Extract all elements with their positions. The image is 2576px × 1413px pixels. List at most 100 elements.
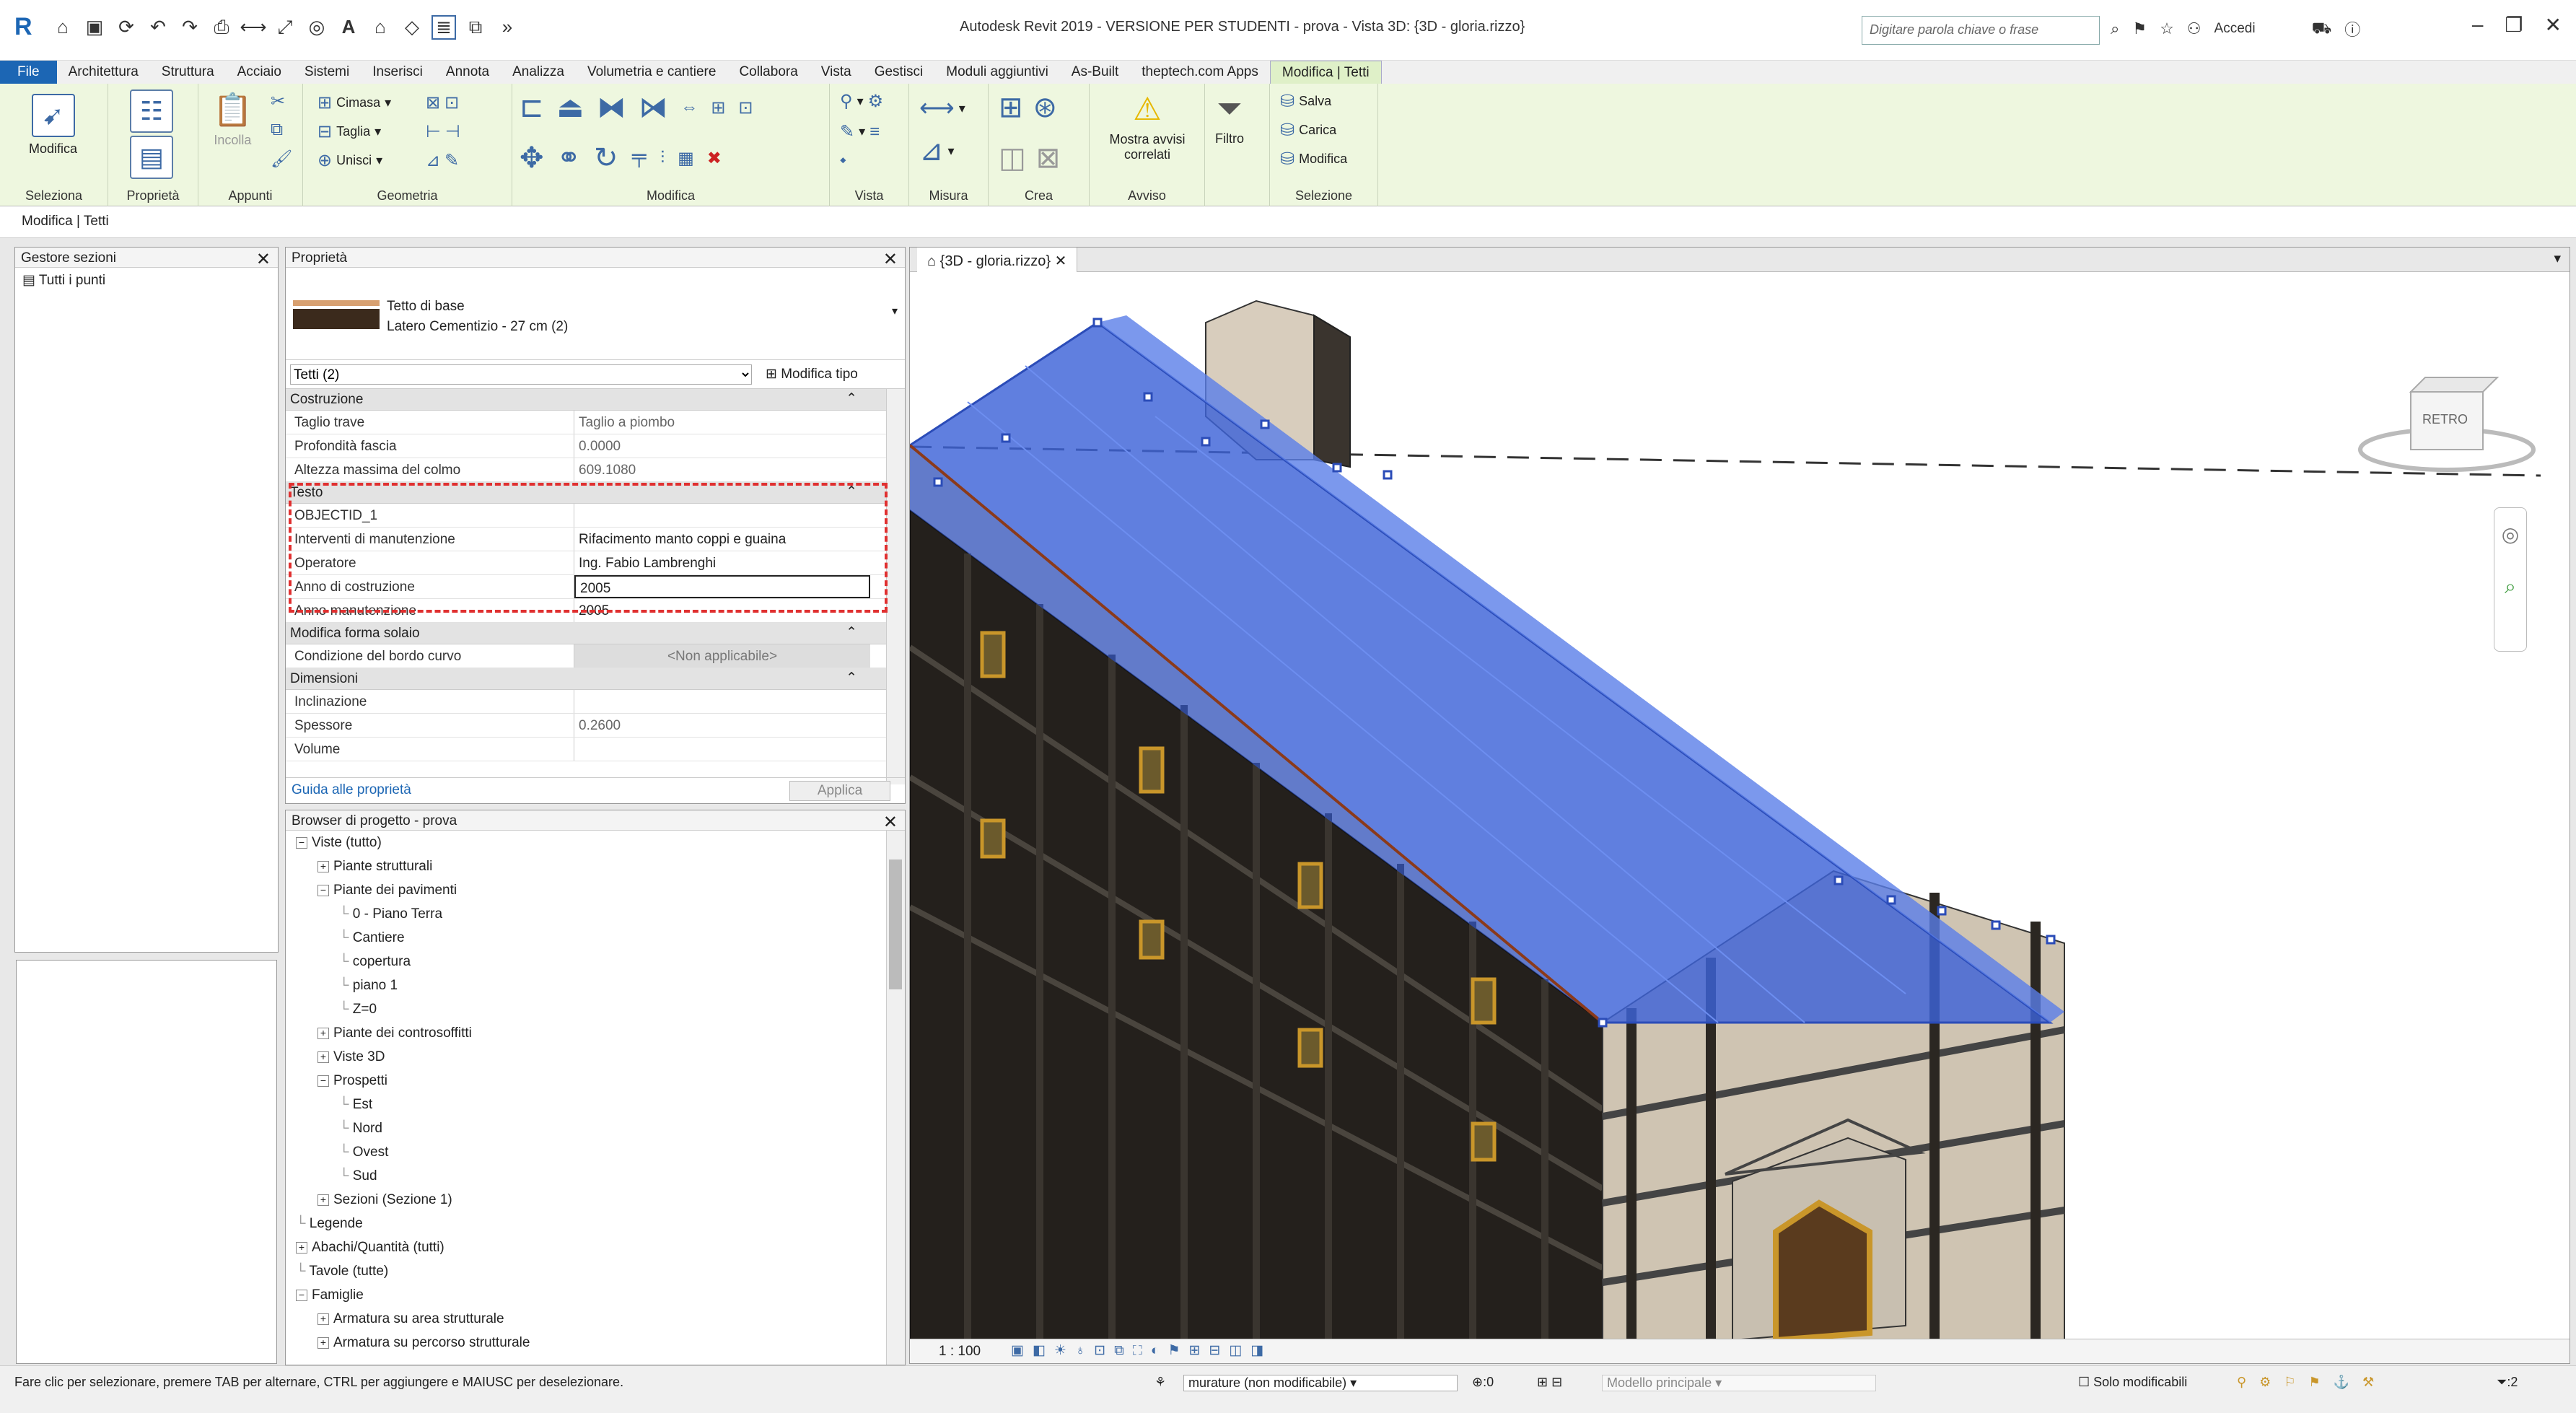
view-tab[interactable]: ⌂ {3D - gloria.rizzo} ✕: [917, 248, 1078, 272]
property-value[interactable]: Taglio a piombo: [574, 411, 870, 434]
group-forma[interactable]: Modifica forma solaio ⌃: [286, 623, 886, 644]
3d-view-icon[interactable]: ⌂: [368, 15, 393, 40]
browser-node[interactable]: − Famiglie: [296, 1287, 364, 1303]
geom-tool-3[interactable]: ⊿ ✎: [426, 150, 459, 171]
scroll-thumb[interactable]: [889, 859, 902, 989]
browser-scrollbar[interactable]: [886, 831, 905, 1365]
switch-windows-icon[interactable]: ⧉: [463, 15, 488, 40]
browser-node[interactable]: └ Tavole (tutte): [296, 1264, 388, 1279]
browser-node[interactable]: └ Est: [339, 1097, 372, 1113]
align-icon[interactable]: ⊏: [520, 91, 544, 124]
tab-theptech-com-apps[interactable]: theptech.com Apps: [1130, 61, 1270, 84]
browser-node[interactable]: └ Legende: [296, 1216, 363, 1232]
browser-node[interactable]: └ piano 1: [339, 978, 398, 994]
collapse-icon[interactable]: −: [296, 836, 307, 849]
collapse-icon[interactable]: −: [317, 1075, 329, 1087]
browser-node[interactable]: − Piante dei pavimenti: [317, 883, 457, 898]
offset-icon[interactable]: ⏏: [557, 91, 584, 124]
editable-icon[interactable]: ⊞ ⊟: [1537, 1375, 1562, 1390]
property-value[interactable]: 0.0000: [574, 434, 870, 458]
hide-icon[interactable]: ⚲ ▾ ⚙: [840, 91, 883, 112]
tab-vista[interactable]: Vista: [810, 61, 863, 84]
property-value[interactable]: [574, 738, 870, 761]
browser-node[interactable]: └ Ovest: [339, 1145, 388, 1160]
copy-icon[interactable]: ⧉: [271, 120, 283, 140]
text-icon[interactable]: A: [336, 15, 361, 40]
save-icon[interactable]: ▣: [82, 15, 107, 40]
match-icon[interactable]: 🖌: [271, 149, 292, 170]
type-properties-button[interactable]: ☷: [130, 89, 173, 133]
favorites-icon[interactable]: ☆: [2160, 19, 2174, 38]
qat-overflow-icon[interactable]: »: [495, 15, 520, 40]
steering-wheel-icon[interactable]: ◎: [2494, 522, 2526, 546]
collapse-icon[interactable]: ⌃: [846, 670, 857, 686]
tab-moduli-aggiuntivi[interactable]: Moduli aggiuntivi: [934, 61, 1060, 84]
array-icon[interactable]: ▦: [678, 148, 694, 169]
zoom-icon[interactable]: ⌕: [2494, 575, 2526, 599]
rotate-small-icon[interactable]: ⊡: [738, 97, 753, 118]
viewcube[interactable]: RETRO: [2353, 349, 2541, 497]
all-points-item[interactable]: ▤ Tutti i punti: [15, 268, 278, 293]
override-icon[interactable]: ✎ ▾ ≡: [840, 121, 880, 142]
revit-logo-icon[interactable]: R: [14, 13, 43, 41]
cart-icon[interactable]: ⛟: [2312, 19, 2332, 40]
selection-filter-icons[interactable]: ⚲⚙⚐⚑⚓⚒: [2237, 1375, 2387, 1390]
viewcube-face-label[interactable]: RETRO: [2422, 412, 2468, 427]
redo-icon[interactable]: ↷: [178, 15, 202, 40]
browser-node[interactable]: └ copertura: [339, 954, 411, 970]
tab-architettura[interactable]: Architettura: [57, 61, 150, 84]
dimension-icon[interactable]: ⤢: [273, 15, 297, 40]
browser-node[interactable]: └ 0 - Piano Terra: [339, 906, 442, 922]
properties-help-link[interactable]: Guida alle proprietà: [292, 782, 411, 797]
browser-node[interactable]: + Armatura su percorso strutturale: [317, 1335, 530, 1351]
property-value[interactable]: 0.2600: [574, 714, 870, 737]
property-row[interactable]: Spessore 0.2600: [286, 714, 886, 738]
property-value[interactable]: [574, 690, 870, 713]
close-icon[interactable]: ✕: [256, 249, 271, 270]
browser-node[interactable]: + Armatura su area strutturale: [317, 1311, 504, 1327]
panel-title-seleziona[interactable]: Seleziona: [0, 188, 108, 204]
sign-in-link[interactable]: Accedi: [2214, 21, 2256, 37]
collapse-icon[interactable]: −: [317, 884, 329, 896]
filter-button[interactable]: ⏷ Filtro: [1215, 91, 1244, 146]
expand-icon[interactable]: +: [317, 1313, 329, 1325]
instance-filter-select[interactable]: Tetti (2): [290, 364, 752, 385]
properties-button[interactable]: ▤: [130, 136, 173, 179]
geom-tool-2[interactable]: ⊢ ⊣: [426, 121, 460, 142]
create-tools-2[interactable]: ◫ ⊠: [999, 141, 1060, 175]
apply-button[interactable]: Applica: [789, 781, 890, 801]
search-input[interactable]: Digitare parola chiave o frase: [1862, 16, 2100, 45]
property-row[interactable]: Inclinazione: [286, 690, 886, 714]
collapse-icon[interactable]: ⌃: [846, 624, 857, 641]
group-costruzione[interactable]: Costruzione ⌃: [286, 389, 886, 411]
view-scale[interactable]: 1 : 100: [939, 1344, 981, 1360]
type-selector[interactable]: Tetto di base Latero Cementizio - 27 cm …: [286, 268, 905, 360]
modify-button[interactable]: ➹ Modifica: [29, 94, 77, 157]
trim-icon[interactable]: ⫧: [631, 142, 648, 175]
tab-gestisci[interactable]: Gestisci: [863, 61, 935, 84]
close-icon[interactable]: ✕: [883, 249, 898, 270]
browser-node[interactable]: + Viste 3D: [317, 1049, 385, 1065]
cimasa-button[interactable]: ⊞ Cimasa ▾: [317, 92, 391, 113]
copy-small-icon[interactable]: ⊞: [711, 97, 725, 118]
user-icon[interactable]: ⚇: [2187, 19, 2202, 38]
browser-node[interactable]: + Sezioni (Sezione 1): [317, 1192, 452, 1208]
restore-icon[interactable]: ❐: [2505, 13, 2523, 37]
copy-tool-icon[interactable]: ⚭: [557, 141, 582, 175]
tab-sistemi[interactable]: Sistemi: [293, 61, 361, 84]
paste-button[interactable]: 📋 Incolla: [213, 91, 253, 148]
help-icon[interactable]: ⓘ: [2344, 17, 2360, 40]
open-icon[interactable]: ⌂: [51, 15, 75, 40]
property-row[interactable]: Altezza massima del colmo 609.1080: [286, 458, 886, 482]
expand-icon[interactable]: +: [296, 1241, 307, 1254]
cut-icon[interactable]: ✂: [271, 91, 285, 112]
tag-icon[interactable]: ◎: [305, 15, 329, 40]
group-dimensioni[interactable]: Dimensioni ⌃: [286, 668, 886, 690]
unisci-button[interactable]: ⊕ Unisci ▾: [317, 150, 382, 171]
tab-analizza[interactable]: Analizza: [501, 61, 576, 84]
close-icon[interactable]: ✕: [2545, 13, 2562, 37]
browser-node[interactable]: └ Sud: [339, 1168, 377, 1184]
save-selection-button[interactable]: ⛁ Salva: [1280, 91, 1331, 112]
tab-modifica-tetti[interactable]: Modifica | Tetti: [1269, 61, 1382, 84]
undo-icon[interactable]: ↶: [146, 15, 170, 40]
